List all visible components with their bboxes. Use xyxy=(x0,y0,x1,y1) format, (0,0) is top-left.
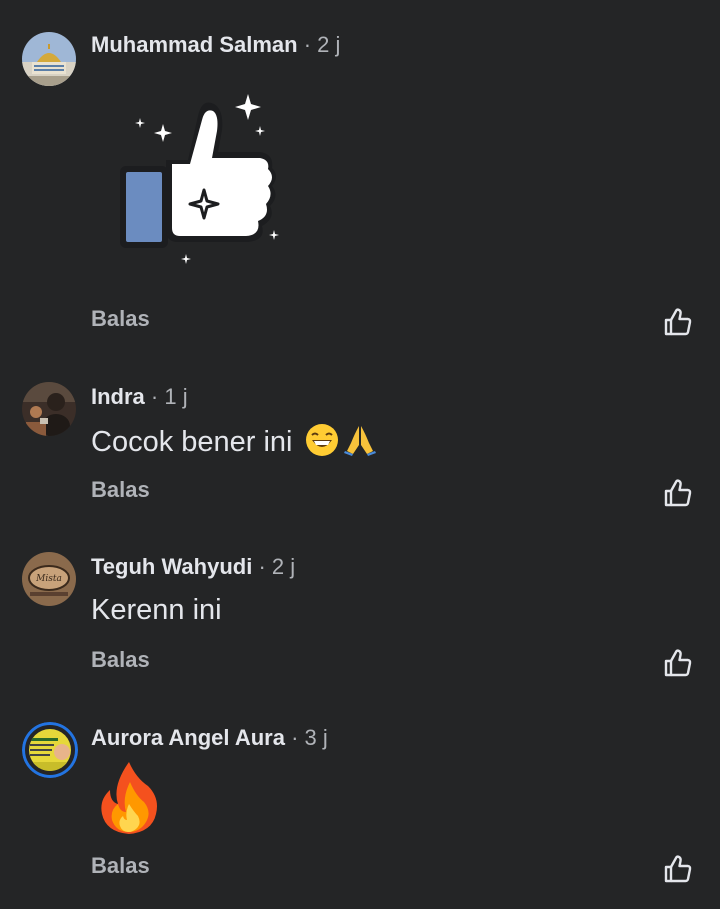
comment-meta: Indra · 1 j xyxy=(91,384,188,410)
avatar[interactable]: Mista xyxy=(22,552,76,606)
reply-link[interactable]: Balas xyxy=(91,853,150,879)
comment-text: Cocok bener ini xyxy=(91,423,377,465)
sparkle-icon xyxy=(135,118,145,128)
author-name[interactable]: Muhammad Salman xyxy=(91,32,298,57)
avatar[interactable] xyxy=(22,32,76,86)
comment-item: Muhammad Salman · 2 j Balas xyxy=(0,0,720,350)
comment-time: · 1 j xyxy=(144,384,188,409)
comment-text: Kerenn ini xyxy=(91,593,222,627)
sparkle-icon xyxy=(235,94,261,120)
comment-time: · 3 j xyxy=(284,725,328,750)
sparkle-icon xyxy=(255,126,265,136)
comment-meta: Teguh Wahyudi · 2 j xyxy=(91,554,295,580)
thumbs-up-sticker xyxy=(118,90,288,270)
thumbs-up-icon xyxy=(664,308,692,336)
sparkle-icon xyxy=(269,230,279,240)
like-button[interactable] xyxy=(662,647,694,679)
sparkle-icon xyxy=(154,124,172,142)
comments-list: Muhammad Salman · 2 j Balas Indra · 1 j … xyxy=(0,0,720,909)
folded-hands-icon xyxy=(343,423,377,465)
reply-link[interactable]: Balas xyxy=(91,647,150,673)
story-ring-avatar[interactable] xyxy=(22,722,78,778)
author-name[interactable]: Indra xyxy=(91,384,145,409)
thumbs-up-icon xyxy=(664,479,692,507)
thumbs-up-icon xyxy=(664,649,692,677)
author-name[interactable]: Aurora Angel Aura xyxy=(91,725,285,750)
grinning-face-icon xyxy=(305,423,339,465)
author-name[interactable]: Teguh Wahyudi xyxy=(91,554,252,579)
reply-link[interactable]: Balas xyxy=(91,306,150,332)
like-button[interactable] xyxy=(662,306,694,338)
comment-meta: Muhammad Salman · 2 j xyxy=(91,32,340,58)
avatar[interactable] xyxy=(22,382,76,436)
comment-time: · 2 j xyxy=(252,554,296,579)
reply-link[interactable]: Balas xyxy=(91,477,150,503)
comment-text-content: Cocok bener ini xyxy=(91,426,293,458)
svg-text:Mista: Mista xyxy=(35,574,62,584)
comment-text-content: Kerenn ini xyxy=(91,594,222,626)
sparkle-icon xyxy=(181,254,191,264)
comment-item: Aurora Angel Aura · 3 j Balas xyxy=(0,700,720,909)
thumbs-up-icon xyxy=(664,855,692,883)
like-button[interactable] xyxy=(662,477,694,509)
fire-icon xyxy=(96,760,162,836)
comment-meta: Aurora Angel Aura · 3 j xyxy=(91,725,328,751)
comment-item: Indra · 1 j Cocok bener ini Balas xyxy=(0,360,720,520)
comment-item: Mista Teguh Wahyudi · 2 j Kerenn ini Bal… xyxy=(0,530,720,690)
comment-time: · 2 j xyxy=(297,32,341,57)
like-button[interactable] xyxy=(662,853,694,885)
